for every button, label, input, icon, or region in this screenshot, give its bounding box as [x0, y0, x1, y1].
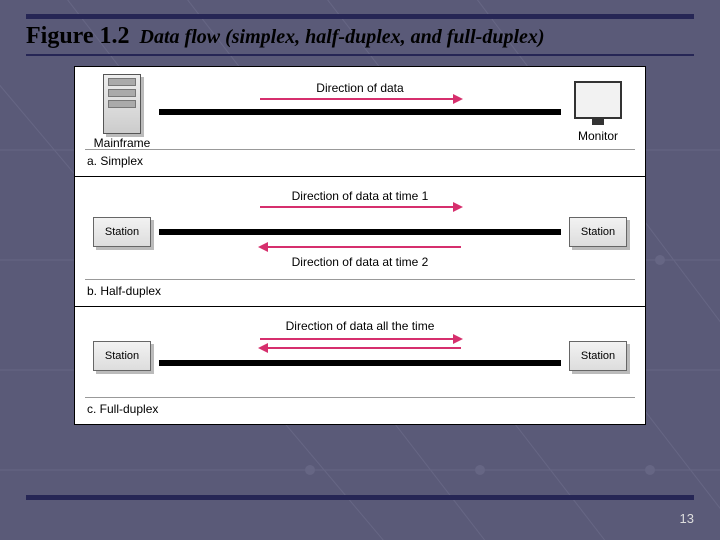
half-bar	[159, 229, 561, 235]
monitor-label: Monitor	[578, 129, 618, 143]
full-bar	[159, 360, 561, 366]
title-underline	[26, 54, 694, 56]
half-arrow2-label: Direction of data at time 2	[159, 255, 561, 269]
monitor-icon	[574, 81, 622, 119]
panel-simplex: Mainframe Direction of data Monitor a. S…	[75, 67, 645, 177]
top-rule	[26, 14, 694, 19]
half-left-node: Station	[85, 217, 159, 247]
slide: Figure 1.2 Data flow (simplex, half-dupl…	[0, 0, 720, 425]
full-link: Direction of data all the time	[159, 315, 561, 397]
figure-title: Figure 1.2 Data flow (simplex, half-dupl…	[26, 23, 694, 50]
figure-caption: Data flow (simplex, half-duplex, and ful…	[140, 26, 545, 49]
station-icon: Station	[93, 217, 151, 247]
half-caption: b. Half-duplex	[85, 279, 635, 304]
page-number: 13	[680, 511, 694, 526]
mainframe-node: Mainframe	[85, 74, 159, 150]
half-right-node: Station	[561, 217, 635, 247]
monitor-node: Monitor	[561, 81, 635, 143]
figure-box: Mainframe Direction of data Monitor a. S…	[74, 66, 646, 425]
panel-half-duplex: Station Direction of data at time 1 Dire…	[75, 177, 645, 307]
simplex-caption: a. Simplex	[85, 149, 635, 174]
simplex-link: Direction of data	[159, 75, 561, 149]
half-link: Direction of data at time 1 Direction of…	[159, 185, 561, 279]
mainframe-label: Mainframe	[94, 136, 151, 150]
station-icon: Station	[569, 341, 627, 371]
half-arrow1-label: Direction of data at time 1	[159, 189, 561, 203]
panel-full-duplex: Station Direction of data all the time S…	[75, 307, 645, 424]
full-caption: c. Full-duplex	[85, 397, 635, 422]
bottom-rule	[26, 495, 694, 500]
simplex-arrow-label: Direction of data	[159, 81, 561, 95]
full-arrow-label: Direction of data all the time	[159, 319, 561, 333]
full-left-node: Station	[85, 341, 159, 371]
full-right-node: Station	[561, 341, 635, 371]
station-icon: Station	[93, 341, 151, 371]
simplex-bar	[159, 109, 561, 115]
mainframe-icon	[103, 74, 141, 134]
figure-number: Figure 1.2	[26, 23, 130, 50]
station-icon: Station	[569, 217, 627, 247]
